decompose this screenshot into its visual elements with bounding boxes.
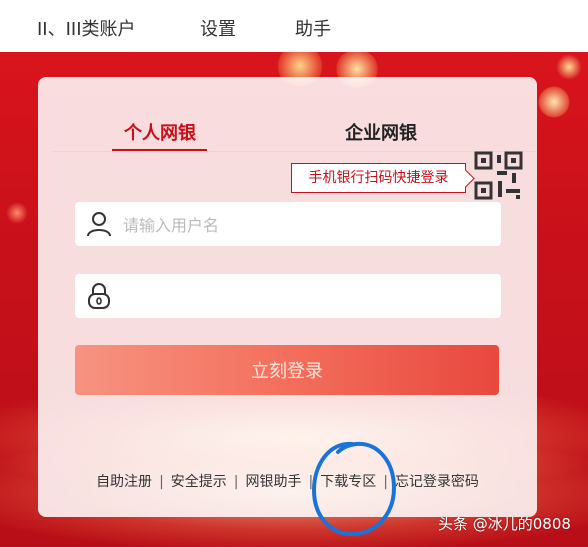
- nav-item-class-accounts[interactable]: II、III类账户: [37, 15, 136, 41]
- watermark-text: 头条 @冰儿的0808: [438, 515, 571, 533]
- hand-drawn-circle-annotation: [311, 441, 397, 537]
- user-icon: [87, 212, 111, 237]
- link-self-register[interactable]: 自助注册: [96, 474, 152, 490]
- tab-personal-banking[interactable]: 个人网银: [124, 119, 196, 145]
- tab-divider: [52, 151, 537, 152]
- link-ebank-assistant[interactable]: 网银助手: [246, 474, 302, 490]
- qr-code-icon[interactable]: [474, 151, 524, 201]
- link-security-tips[interactable]: 安全提示: [171, 474, 227, 490]
- login-button[interactable]: 立刻登录: [75, 345, 499, 395]
- link-forgot-password[interactable]: 忘记登录密码: [395, 474, 479, 490]
- username-field: [75, 202, 501, 248]
- nav-item-settings[interactable]: 设置: [200, 15, 236, 41]
- top-navigation: II、III类账户 设置 助手: [0, 0, 588, 53]
- username-input[interactable]: [121, 202, 495, 248]
- login-panel: 个人网银 企业网银 手机银行扫码快捷登录 立刻登录 自助注册|安全: [38, 77, 537, 517]
- password-field: [75, 274, 501, 320]
- tab-corporate-banking[interactable]: 企业网银: [345, 119, 417, 145]
- lock-icon: [88, 283, 110, 309]
- password-input[interactable]: [121, 274, 495, 320]
- nav-item-assistant[interactable]: 助手: [295, 15, 331, 41]
- qr-login-tooltip: 手机银行扫码快捷登录: [291, 163, 466, 193]
- helper-links: 自助注册 | 安全提示 | 网银助手 | 下载专区 | 忘记登录密码: [96, 474, 479, 490]
